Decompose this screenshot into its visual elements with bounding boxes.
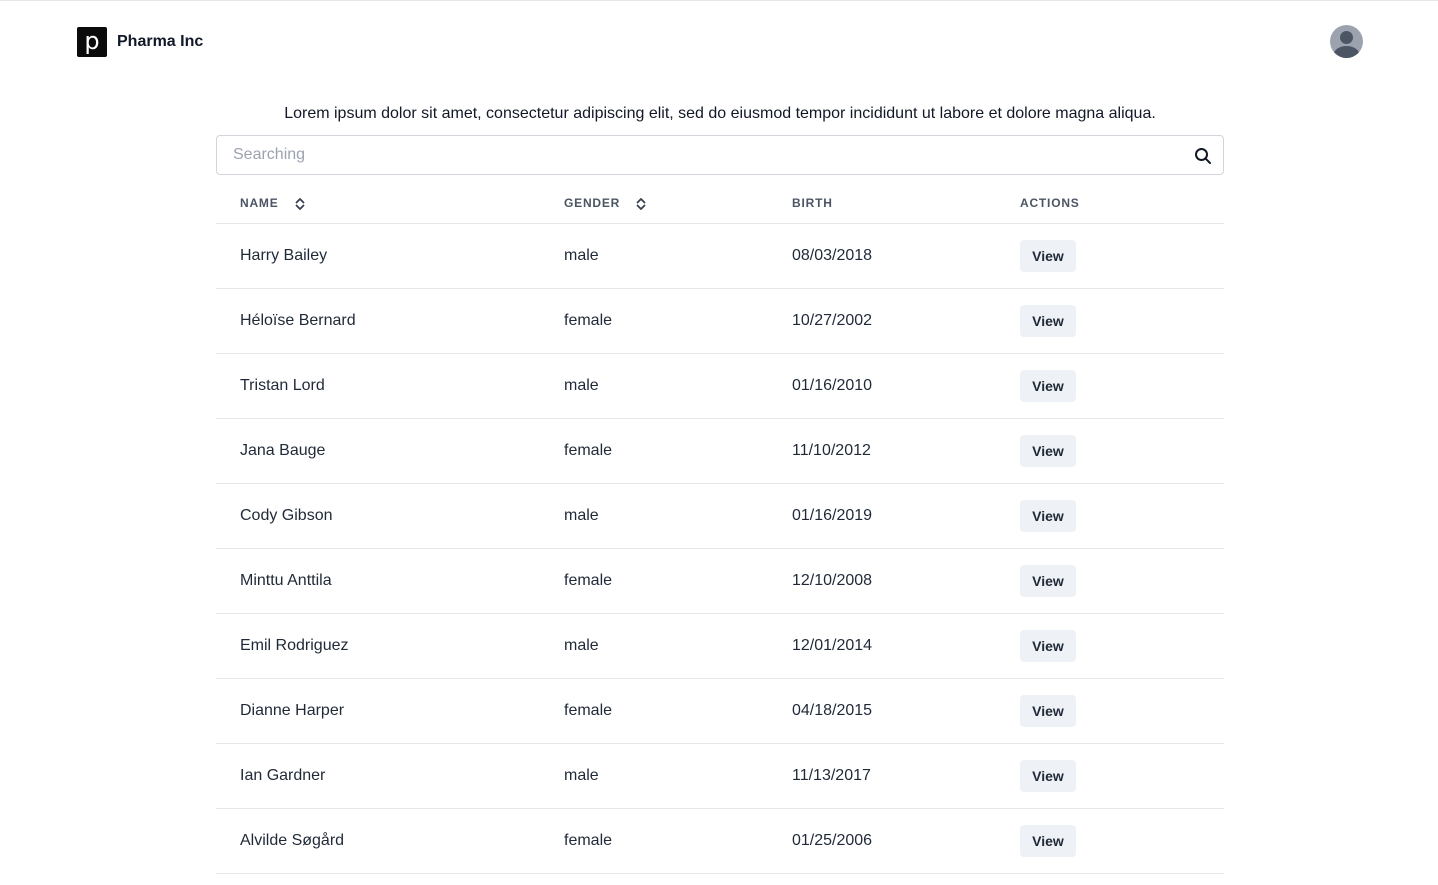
view-button[interactable]: View bbox=[1020, 825, 1076, 857]
cell-name: Harry Bailey bbox=[240, 247, 328, 264]
cell-birth: 12/10/2008 bbox=[792, 572, 873, 589]
cell-name: Cody Gibson bbox=[240, 507, 333, 524]
table-row: Dianne Harper female 04/18/2015 View bbox=[216, 679, 1224, 744]
patients-table: NAME GENDER BIRTH ACTIONS Harry Bailey m… bbox=[216, 183, 1224, 874]
cell-name: Héloïse Bernard bbox=[240, 312, 356, 329]
sort-name-icon[interactable] bbox=[294, 196, 306, 212]
view-button[interactable]: View bbox=[1020, 370, 1076, 402]
view-button[interactable]: View bbox=[1020, 695, 1076, 727]
cell-name: Tristan Lord bbox=[240, 377, 325, 394]
cell-birth: 10/27/2002 bbox=[792, 312, 873, 329]
column-header-gender[interactable]: GENDER bbox=[564, 196, 620, 210]
intro-text: Lorem ipsum dolor sit amet, consectetur … bbox=[284, 105, 1156, 122]
column-header-name[interactable]: NAME bbox=[240, 196, 279, 210]
cell-gender: male bbox=[564, 767, 599, 784]
user-icon bbox=[1333, 31, 1360, 58]
user-avatar[interactable] bbox=[1330, 25, 1363, 58]
table-row: Jana Bauge female 11/10/2012 View bbox=[216, 419, 1224, 484]
cell-gender: female bbox=[564, 832, 613, 849]
cell-gender: female bbox=[564, 442, 613, 459]
view-button[interactable]: View bbox=[1020, 500, 1076, 532]
view-button[interactable]: View bbox=[1020, 305, 1076, 337]
cell-name: Alvilde Søgård bbox=[240, 832, 345, 849]
cell-gender: female bbox=[564, 702, 613, 719]
cell-gender: male bbox=[564, 637, 599, 654]
table-row: Cody Gibson male 01/16/2019 View bbox=[216, 484, 1224, 549]
logo-letter: p bbox=[84, 26, 100, 55]
table-row: Héloïse Bernard female 10/27/2002 View bbox=[216, 289, 1224, 354]
cell-birth: 01/25/2006 bbox=[792, 832, 873, 849]
view-button[interactable]: View bbox=[1020, 760, 1076, 792]
table-row: Ian Gardner male 11/13/2017 View bbox=[216, 744, 1224, 809]
view-button[interactable]: View bbox=[1020, 240, 1076, 272]
cell-birth: 12/01/2014 bbox=[792, 637, 873, 654]
cell-name: Emil Rodriguez bbox=[240, 637, 349, 654]
table-row: Harry Bailey male 08/03/2018 View bbox=[216, 224, 1224, 289]
cell-birth: 11/10/2012 bbox=[792, 442, 871, 459]
cell-birth: 08/03/2018 bbox=[792, 247, 873, 264]
column-header-birth: BIRTH bbox=[792, 196, 833, 210]
app-header: p Pharma Inc bbox=[0, 1, 1438, 81]
search-input[interactable] bbox=[217, 136, 1223, 174]
cell-name: Jana Bauge bbox=[240, 442, 326, 459]
cell-birth: 04/18/2015 bbox=[792, 702, 873, 719]
table-row: Tristan Lord male 01/16/2010 View bbox=[216, 354, 1224, 419]
table-row: Minttu Anttila female 12/10/2008 View bbox=[216, 549, 1224, 614]
search-icon[interactable] bbox=[1193, 146, 1213, 166]
cell-birth: 11/13/2017 bbox=[792, 767, 871, 784]
brand-name: Pharma Inc bbox=[117, 33, 204, 50]
cell-gender: female bbox=[564, 572, 613, 589]
search-bar bbox=[216, 135, 1224, 175]
table-row: Emil Rodriguez male 12/01/2014 View bbox=[216, 614, 1224, 679]
view-button[interactable]: View bbox=[1020, 565, 1076, 597]
sort-gender-icon[interactable] bbox=[635, 196, 647, 212]
cell-gender: female bbox=[564, 312, 613, 329]
column-header-actions: ACTIONS bbox=[1020, 196, 1080, 210]
cell-name: Ian Gardner bbox=[240, 767, 326, 784]
view-button[interactable]: View bbox=[1020, 435, 1076, 467]
view-button[interactable]: View bbox=[1020, 630, 1076, 662]
table-header: NAME GENDER BIRTH ACTIONS bbox=[216, 183, 1224, 224]
cell-gender: male bbox=[564, 247, 599, 264]
cell-birth: 01/16/2010 bbox=[792, 377, 873, 394]
brand-logo[interactable]: p bbox=[77, 27, 107, 57]
cell-name: Dianne Harper bbox=[240, 702, 345, 719]
cell-birth: 01/16/2019 bbox=[792, 507, 873, 524]
cell-gender: male bbox=[564, 507, 599, 524]
cell-name: Minttu Anttila bbox=[240, 572, 332, 589]
cell-gender: male bbox=[564, 377, 599, 394]
table-row: Alvilde Søgård female 01/25/2006 View bbox=[216, 809, 1224, 874]
